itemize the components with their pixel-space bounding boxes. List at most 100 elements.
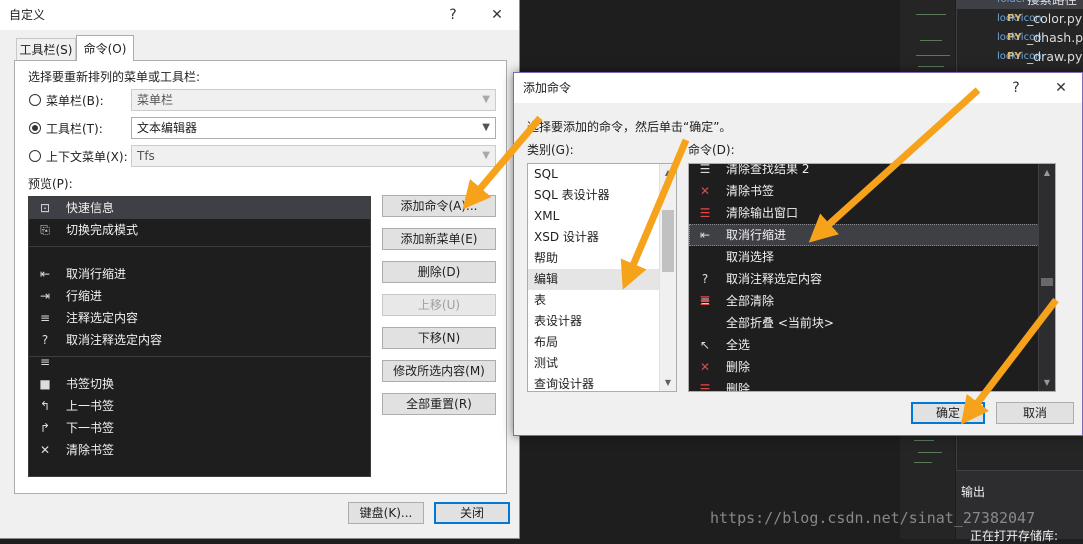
scroll-thumb[interactable] [1041, 278, 1053, 286]
category-list-item[interactable]: 测试 [528, 353, 660, 374]
category-list-item[interactable]: XSD 设计器 [528, 227, 660, 248]
command-item-label: 取消选择 [726, 250, 775, 264]
clear-find-results-icon: ☰ [699, 163, 711, 176]
command-list-item[interactable]: 全部折叠 <当前块> [689, 312, 1039, 334]
add-command-button[interactable]: 添加命令(A)... [382, 195, 496, 217]
modify-selection-button[interactable]: 修改所选内容(M) [382, 360, 496, 382]
move-down-button[interactable]: 下移(N) [382, 327, 496, 349]
close-button[interactable]: 关闭 [434, 502, 510, 524]
preview-list-item[interactable]: ↱ 下一书签 [29, 417, 370, 439]
preview-item-label: 书签切换 [66, 377, 115, 391]
command-list-item[interactable]: 取消选择 [689, 246, 1039, 268]
bookmark-icon: ■ [39, 377, 51, 391]
solution-file-item[interactable]: lock-icon PY _draw.py [957, 47, 1083, 66]
uncomment-icon: ?≡ [39, 333, 51, 369]
scroll-up-icon[interactable]: ▲ [660, 164, 676, 181]
delete-button[interactable]: 删除(D) [382, 261, 496, 283]
category-scrollbar[interactable]: ▲ ▼ [659, 164, 676, 391]
close-icon[interactable]: ✕ [482, 0, 512, 30]
solution-file-name: _color.py [1027, 11, 1083, 26]
context-menu-select[interactable]: Tfs ▼ [131, 145, 496, 167]
help-button[interactable]: ? [1001, 73, 1031, 103]
preview-list-item[interactable]: ≡ 注释选定内容 [29, 307, 370, 329]
customize-title: 自定义 [9, 8, 46, 22]
toolbar-select[interactable]: 文本编辑器 ▼ [131, 117, 496, 139]
tab-toolbars[interactable]: 工具栏(S) [16, 38, 76, 60]
add-new-menu-button[interactable]: 添加新菜单(E) [382, 228, 496, 250]
solution-file-item[interactable]: folder-icon搜索路径 [957, 0, 1083, 9]
solution-file-item[interactable]: lock-iconPY_dhash.py [957, 28, 1083, 47]
command-list-item[interactable]: ☰ 清除输出窗口 [689, 202, 1039, 224]
add-command-titlebar: 添加命令 ? ✕ [514, 73, 1082, 103]
minimap-line [916, 14, 946, 15]
radio-toolbar[interactable] [29, 122, 41, 134]
preview-list-item[interactable]: ?≡ 取消注释选定内容 [29, 329, 370, 369]
command-scrollbar[interactable]: ▲ ▼ [1038, 164, 1055, 391]
command-item-label: 删除 [726, 360, 751, 374]
minimap-line [914, 462, 932, 463]
category-list-item[interactable]: 表 [528, 290, 660, 311]
preview-item-label: 取消行缩进 [66, 267, 127, 281]
category-list-item[interactable]: SQL 表设计器 [528, 185, 660, 206]
keyboard-button[interactable]: 键盘(K)... [348, 502, 424, 524]
preview-list-item[interactable]: ✕ 清除书签 [29, 439, 370, 461]
scroll-up-icon[interactable]: ▲ [1039, 164, 1055, 181]
radio-menubar[interactable] [29, 94, 41, 106]
ok-button[interactable]: 确定 [911, 402, 985, 424]
category-list-item[interactable]: 帮助 [528, 248, 660, 269]
customize-titlebar: 自定义 ? ✕ [0, 0, 519, 30]
preview-list-item[interactable]: ■ 书签切换 [29, 373, 370, 395]
outdent-icon: ⇤ [39, 267, 51, 281]
command-item-label: 清除输出窗口 [726, 206, 799, 220]
close-icon[interactable]: ✕ [1046, 73, 1076, 103]
category-list-item[interactable]: 布局 [528, 332, 660, 353]
category-label: 类别(G): [527, 143, 574, 157]
command-list-item[interactable]: ☰ 删除 [689, 378, 1039, 391]
category-list-item[interactable]: 表设计器 [528, 311, 660, 332]
menubar-select[interactable]: 菜单栏 ▼ [131, 89, 496, 111]
preview-list-item[interactable]: ⇥ 行缩进 [29, 285, 370, 307]
command-list-item[interactable]: ✕ 删除 [689, 356, 1039, 378]
output-panel-title: 输出 [961, 485, 986, 499]
command-list-item[interactable]: ☰ 全部清除 [689, 290, 1039, 312]
category-list[interactable]: SQL SQL 表设计器 XML XSD 设计器 帮助 编辑表表设计器 布局 测试 查询设计器 … [527, 163, 677, 392]
prev-bookmark-icon: ↰ [39, 399, 51, 413]
completion-mode-icon: ⎘ [40, 223, 50, 237]
preview-list-item[interactable]: ⊡ 快速信息 [29, 197, 370, 219]
command-list-item[interactable]: ✕ 清除书签 [689, 180, 1039, 202]
output-panel: 输出 正在打开存储库: [956, 470, 1083, 543]
category-list-item[interactable]: XML [528, 206, 660, 227]
radio-context-menu[interactable] [29, 150, 41, 162]
file-type-badge: PY [1007, 13, 1022, 24]
toolbar-select-value: 文本编辑器 [137, 121, 198, 135]
reset-all-button[interactable]: 全部重置(R) [382, 393, 496, 415]
scroll-down-icon[interactable]: ▼ [1039, 374, 1055, 391]
scroll-down-icon[interactable]: ▼ [660, 374, 676, 391]
delete-icon: ✕ [699, 360, 711, 374]
tab-commands[interactable]: 命令(O) [76, 35, 134, 61]
preview-item-label: 下一书签 [66, 421, 115, 435]
category-list-item[interactable]: SQL [528, 164, 660, 185]
help-button[interactable]: ? [438, 0, 468, 30]
category-list-item[interactable]: 编辑 [528, 269, 660, 290]
solution-file-name: _draw.py [1027, 49, 1083, 64]
preview-list-item[interactable]: ⎘ 切换完成模式 [29, 219, 370, 241]
cancel-button[interactable]: 取消 [996, 402, 1074, 424]
command-list-item[interactable]: ☰ 清除查找结果 2 [689, 163, 1039, 180]
solution-file-item[interactable]: lock-icon PY _color.py [957, 9, 1083, 28]
move-up-button[interactable]: 上移(U) [382, 294, 496, 316]
preview-list-item[interactable]: ⇤ 取消行缩进 [29, 263, 370, 285]
chevron-down-icon: ▼ [482, 122, 490, 133]
add-command-dialog: 添加命令 ? ✕ 选择要添加的命令，然后单击“确定”。 类别(G): 命令(D)… [513, 72, 1083, 436]
preview-list[interactable]: ⊡ 快速信息 ⎘ 切换完成模式 ⇤ 取消行缩进 ⇥ 行缩进 ≡ 注释选定内容 ?≡ 取消注释选定内容 ■… [28, 196, 371, 477]
preview-separator [29, 246, 370, 247]
command-list-item[interactable]: ?≡ 取消注释选定内容 [689, 268, 1039, 308]
preview-list-item[interactable]: ↰ 上一书签 [29, 395, 370, 417]
command-item-label: 取消注释选定内容 [726, 272, 823, 286]
category-list-item[interactable]: 查询设计器 [528, 374, 660, 391]
watermark: https://blog.csdn.net/sinat_27382047 [710, 509, 1036, 527]
command-list[interactable]: ☰ 清除查找结果 2 ✕ 清除书签 ☰ 清除输出窗口 ⇤ 取消行缩进 取消选择 ?≡ 取消注释选定内… [688, 163, 1056, 392]
command-list-item[interactable]: ↖ 全选 [689, 334, 1039, 356]
command-list-item[interactable]: ⇤ 取消行缩进 [689, 224, 1039, 246]
scroll-thumb[interactable] [662, 210, 674, 272]
